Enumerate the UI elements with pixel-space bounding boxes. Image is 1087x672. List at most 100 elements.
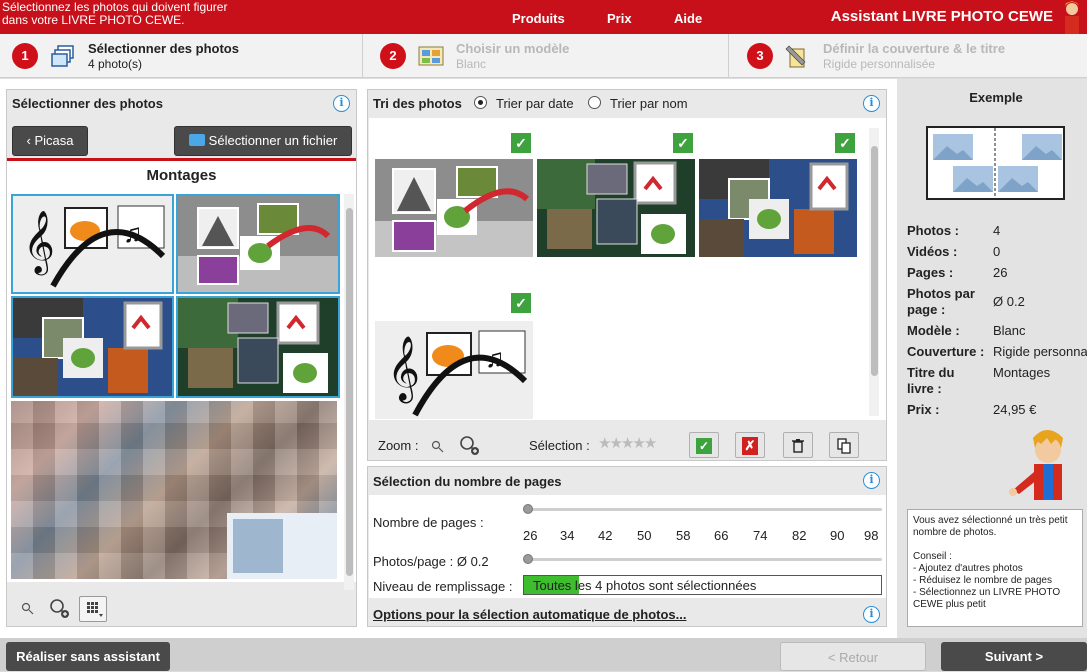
thumb-collage-green[interactable]	[176, 296, 340, 398]
middle-scrollbar[interactable]	[869, 128, 879, 416]
nav-prix[interactable]: Prix	[607, 11, 632, 26]
delete-button[interactable]	[783, 432, 813, 458]
zoom-in-icon[interactable]	[459, 435, 481, 457]
copy-button[interactable]	[829, 432, 859, 458]
svg-text:𝄞: 𝄞	[387, 336, 420, 403]
grid-view-button[interactable]	[79, 596, 107, 622]
photo-music[interactable]: 𝄞 ♫	[375, 321, 533, 419]
mascot-icon	[1065, 1, 1079, 34]
fill-level-text: Toutes les 4 photos sont sélectionnées	[533, 578, 757, 593]
check-icon[interactable]: ✓	[835, 133, 855, 153]
auto-selection-options-link[interactable]: Options pour la sélection automatique de…	[373, 607, 686, 622]
info-value: 4	[993, 223, 1001, 238]
left-scrollbar[interactable]	[344, 194, 354, 590]
tip-text: Vous avez sélectionné un très petit nomb…	[913, 515, 1068, 538]
info-icon[interactable]: i	[333, 95, 350, 112]
grid-icon	[87, 602, 103, 617]
per-page-slider-handle[interactable]	[523, 554, 533, 564]
tip-item: - Sélectionnez un LIVRE PHOTO CEWE plus …	[913, 587, 1061, 610]
info-icon[interactable]: i	[863, 472, 880, 489]
tip-box: Vous avez sélectionné un très petit nomb…	[907, 509, 1083, 627]
tick-label[interactable]: 34	[560, 528, 574, 543]
tip-conseil: Conseil :	[913, 551, 952, 562]
left-panel: Sélectionner des photos i ‹ Picasa Sélec…	[6, 89, 357, 627]
tick-label[interactable]: 58	[676, 528, 690, 543]
step-3[interactable]: 3 Définir la couverture & le titre Rigid…	[735, 34, 1087, 78]
checkbox-checked-icon: ✓	[696, 437, 712, 454]
back-button[interactable]: < Retour	[780, 642, 926, 671]
top-bar: Sélectionnez les photos qui doivent figu…	[0, 0, 1087, 34]
tick-label[interactable]: 66	[714, 528, 728, 543]
rating-stars[interactable]: ★★★★★	[598, 434, 657, 452]
collage-photo	[699, 159, 857, 257]
pages-ticks: 26 34 42 50 58 66 74 82 90 98	[368, 528, 888, 544]
step-2[interactable]: 2 Choisir un modèle Blanc	[368, 34, 728, 78]
zoom-in-icon[interactable]	[49, 598, 71, 620]
deselect-all-button[interactable]: ✗	[735, 432, 765, 458]
sort-panel-title: Tri des photos	[373, 96, 462, 111]
scroll-thumb[interactable]	[346, 208, 353, 576]
no-assistant-button[interactable]: Réaliser sans assistant	[6, 642, 170, 671]
check-icon[interactable]: ✓	[673, 133, 693, 153]
thumb-music[interactable]: 𝄞 ♫	[11, 194, 174, 294]
right-panel: Exemple Photos : 4 Vidéos : 0 Pages : 26…	[897, 79, 1087, 638]
info-key: Photos par page :	[907, 286, 975, 317]
info-value: Montages	[993, 365, 1051, 380]
instruction-text: Sélectionnez les photos qui doivent figu…	[2, 0, 228, 27]
folder-icon	[188, 134, 205, 146]
tip-item: - Réduisez le nombre de pages	[913, 575, 1052, 586]
photo-collage-red[interactable]	[699, 159, 857, 257]
nav-produits[interactable]: Produits	[512, 11, 565, 26]
step-divider	[362, 34, 363, 78]
check-icon[interactable]: ✓	[511, 293, 531, 313]
info-value: 24,95 €	[993, 402, 1037, 417]
info-key: Pages :	[907, 265, 954, 280]
info-value: Rigide personnalisée	[993, 344, 1087, 359]
zoom-out-icon[interactable]	[431, 440, 445, 454]
thumb-collage-red[interactable]	[11, 296, 174, 398]
zoom-out-icon[interactable]	[21, 602, 35, 616]
info-key: Prix :	[907, 402, 940, 417]
collage-photo	[178, 298, 338, 396]
wizard-steps: 1 Sélectionner des photos 4 photo(s) 2 C…	[0, 34, 1087, 78]
photo-collage-green[interactable]	[537, 159, 695, 257]
radio-sort-date[interactable]	[474, 96, 487, 109]
book-preview-image	[933, 128, 1062, 198]
tip-item: - Ajoutez d'autres photos	[913, 563, 1023, 574]
star-icon[interactable]: ★	[644, 434, 657, 452]
step-1-title: Sélectionner des photos	[88, 41, 239, 56]
cover-edit-icon	[785, 45, 806, 68]
pages-panel-title: Sélection du nombre de pages	[373, 474, 562, 489]
photo-building[interactable]	[375, 159, 533, 257]
next-button[interactable]: Suivant >	[941, 642, 1087, 671]
info-icon[interactable]: i	[863, 606, 880, 623]
tick-label[interactable]: 26	[523, 528, 537, 543]
tick-label[interactable]: 98	[864, 528, 878, 543]
radio-sort-name[interactable]	[588, 96, 601, 109]
step-1[interactable]: 1 Sélectionner des photos 4 photo(s)	[0, 34, 362, 78]
tick-label[interactable]: 90	[830, 528, 844, 543]
selection-label: Sélection :	[529, 438, 590, 453]
check-icon[interactable]: ✓	[511, 133, 531, 153]
per-page-slider[interactable]	[525, 558, 882, 561]
select-all-button[interactable]: ✓	[689, 432, 719, 458]
scroll-thumb[interactable]	[871, 146, 878, 376]
info-key: Couverture :	[907, 344, 985, 359]
thumb-building[interactable]	[176, 194, 340, 294]
picasa-back-button[interactable]: ‹ Picasa	[12, 126, 88, 156]
tick-label[interactable]: 74	[753, 528, 767, 543]
tick-label[interactable]: 82	[792, 528, 806, 543]
tick-label[interactable]: 50	[637, 528, 651, 543]
info-icon[interactable]: i	[863, 95, 880, 112]
layout-template-icon	[418, 46, 444, 66]
pages-slider[interactable]	[525, 508, 882, 511]
blurred-light-photo	[227, 513, 337, 579]
nav-aide[interactable]: Aide	[674, 11, 702, 26]
select-file-button[interactable]: Sélectionner un fichier	[174, 126, 352, 156]
photos-per-page-label: Photos/page : Ø 0.2	[373, 554, 489, 569]
tick-label[interactable]: 42	[598, 528, 612, 543]
photos-stack-icon	[51, 45, 74, 67]
svg-text:𝄞: 𝄞	[23, 210, 55, 276]
pages-slider-handle[interactable]	[523, 504, 533, 514]
collage-photo	[13, 298, 172, 396]
